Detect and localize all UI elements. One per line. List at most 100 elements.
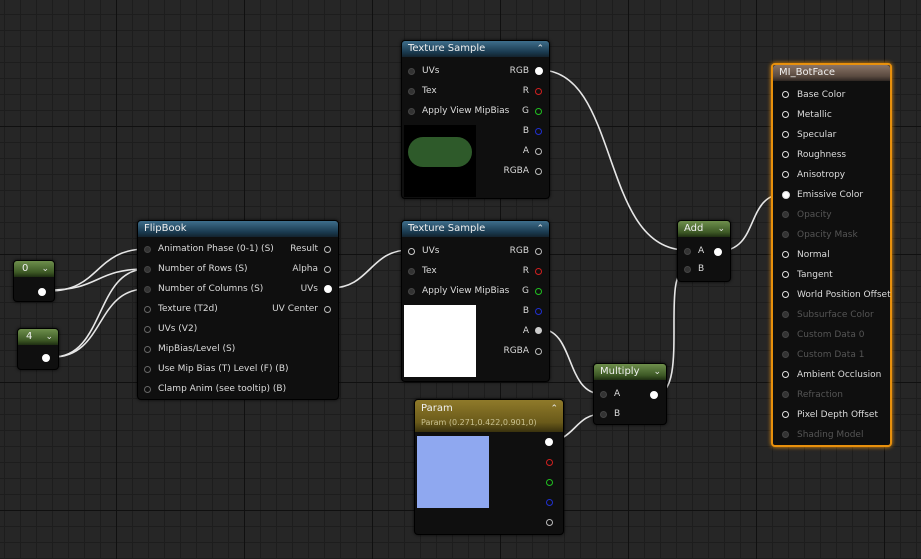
output-pin-g[interactable] xyxy=(546,479,553,486)
input-pin[interactable] xyxy=(782,131,789,138)
input-pin[interactable] xyxy=(144,326,151,333)
material-input-row[interactable]: Tangent xyxy=(782,267,833,283)
output-pin-b[interactable] xyxy=(535,308,542,315)
collapse-chevron-icon[interactable]: ⌃ xyxy=(536,41,544,57)
input-pin[interactable] xyxy=(408,108,415,115)
output-pin-uv-center[interactable] xyxy=(324,306,331,313)
output-pin-rgba[interactable] xyxy=(535,168,542,175)
input-pin[interactable] xyxy=(782,91,789,98)
output-pin-b[interactable] xyxy=(546,499,553,506)
node-header[interactable]: Multiply ⌄ xyxy=(594,364,666,380)
node-header[interactable]: Param Param (0.271,0.422,0.901,0) ⌃ xyxy=(415,400,563,432)
material-input-row[interactable]: Shading Model xyxy=(782,427,863,443)
add-node[interactable]: Add ⌄ A B xyxy=(677,220,731,282)
output-pin-r[interactable] xyxy=(535,88,542,95)
material-input-row[interactable]: Specular xyxy=(782,127,836,143)
material-input-row[interactable]: Roughness xyxy=(782,147,846,163)
input-pin[interactable] xyxy=(782,251,789,258)
input-pin[interactable] xyxy=(782,351,789,358)
input-pin[interactable] xyxy=(144,286,151,293)
input-pin[interactable] xyxy=(408,248,415,255)
material-input-row[interactable]: Normal xyxy=(782,247,830,263)
output-pin-uvs[interactable] xyxy=(324,285,332,293)
input-pin[interactable] xyxy=(782,391,789,398)
input-pin[interactable] xyxy=(408,288,415,295)
node-header[interactable]: 4 ⌄ xyxy=(18,329,58,345)
collapse-chevron-icon[interactable]: ⌄ xyxy=(653,364,661,380)
material-output-node[interactable]: MI_BotFace Base Color Metallic Specular Rou… xyxy=(771,63,892,447)
input-pin[interactable] xyxy=(782,291,789,298)
material-input-row[interactable]: Emissive Color xyxy=(782,187,863,203)
output-pin-alpha[interactable] xyxy=(324,266,331,273)
input-pin[interactable] xyxy=(600,411,607,418)
output-pin-r[interactable] xyxy=(535,268,542,275)
material-input-row[interactable]: Ambient Occlusion xyxy=(782,367,881,383)
input-pin[interactable] xyxy=(782,171,789,178)
material-input-row[interactable]: Opacity Mask xyxy=(782,227,858,243)
input-pin[interactable] xyxy=(782,271,789,278)
material-input-row[interactable]: Custom Data 0 xyxy=(782,327,864,343)
input-pin[interactable] xyxy=(144,386,151,393)
output-pin-a[interactable] xyxy=(535,327,542,334)
output-pin-rgb[interactable] xyxy=(545,438,553,446)
material-input-row[interactable]: Anisotropy xyxy=(782,167,845,183)
material-input-row[interactable]: World Position Offset xyxy=(782,287,891,303)
input-pin[interactable] xyxy=(144,266,151,273)
material-input-row[interactable]: Base Color xyxy=(782,87,845,103)
flipbook-node[interactable]: FlipBook Animation Phase (0-1) (S) Numbe… xyxy=(137,220,339,400)
constant-node-0[interactable]: 0 ⌄ xyxy=(13,260,55,302)
node-header[interactable]: Texture Sample ⌃ xyxy=(402,41,549,57)
input-pin[interactable] xyxy=(144,306,151,313)
texture-sample-node-2[interactable]: Texture Sample ⌃ UVs Tex Apply View MipBi… xyxy=(401,220,550,382)
texture-sample-node-1[interactable]: Texture Sample ⌃ UVs Tex Apply View MipBi… xyxy=(401,40,550,199)
input-pin[interactable] xyxy=(684,266,691,273)
input-pin[interactable] xyxy=(144,246,151,253)
input-pin[interactable] xyxy=(782,331,789,338)
output-pin-rgba[interactable] xyxy=(535,348,542,355)
input-pin[interactable] xyxy=(782,311,789,318)
input-pin[interactable] xyxy=(782,411,789,418)
collapse-chevron-icon[interactable]: ⌃ xyxy=(536,221,544,237)
input-pin[interactable] xyxy=(600,391,607,398)
input-pin[interactable] xyxy=(782,231,789,238)
output-pin[interactable] xyxy=(42,354,50,362)
output-pin-a[interactable] xyxy=(535,148,542,155)
collapse-chevron-icon[interactable]: ⌄ xyxy=(41,261,49,277)
output-pin-b[interactable] xyxy=(535,128,542,135)
node-header[interactable]: FlipBook xyxy=(138,221,338,237)
output-pin[interactable] xyxy=(650,391,658,399)
output-pin-g[interactable] xyxy=(535,108,542,115)
material-input-row[interactable]: Opacity xyxy=(782,207,832,223)
material-input-row[interactable]: Subsurface Color xyxy=(782,307,874,323)
material-input-row[interactable]: Refraction xyxy=(782,387,843,403)
material-input-row[interactable]: Custom Data 1 xyxy=(782,347,864,363)
input-pin[interactable] xyxy=(408,68,415,75)
material-input-row[interactable]: Metallic xyxy=(782,107,832,123)
input-pin[interactable] xyxy=(782,431,789,438)
output-pin[interactable] xyxy=(38,288,46,296)
collapse-chevron-icon[interactable]: ⌄ xyxy=(717,221,725,237)
input-pin[interactable] xyxy=(782,371,789,378)
node-header[interactable]: Add ⌄ xyxy=(678,221,730,237)
node-header[interactable]: 0 ⌄ xyxy=(14,261,54,277)
input-pin[interactable] xyxy=(684,248,691,255)
multiply-node[interactable]: Multiply ⌄ A B xyxy=(593,363,667,425)
output-pin[interactable] xyxy=(714,248,722,256)
material-input-row[interactable]: Pixel Depth Offset xyxy=(782,407,878,423)
input-pin[interactable] xyxy=(782,211,789,218)
input-pin[interactable] xyxy=(144,346,151,353)
input-pin[interactable] xyxy=(782,151,789,158)
output-pin-g[interactable] xyxy=(535,288,542,295)
param-node[interactable]: Param Param (0.271,0.422,0.901,0) ⌃ xyxy=(414,399,564,535)
input-pin[interactable] xyxy=(782,191,790,199)
input-pin[interactable] xyxy=(408,88,415,95)
output-pin-result[interactable] xyxy=(324,246,331,253)
input-pin[interactable] xyxy=(408,268,415,275)
output-pin-a[interactable] xyxy=(546,519,553,526)
collapse-chevron-icon[interactable]: ⌄ xyxy=(45,329,53,345)
collapse-chevron-icon[interactable]: ⌃ xyxy=(550,402,558,416)
constant-node-4[interactable]: 4 ⌄ xyxy=(17,328,59,370)
node-header[interactable]: Texture Sample ⌃ xyxy=(402,221,549,237)
input-pin[interactable] xyxy=(144,366,151,373)
output-pin-rgb[interactable] xyxy=(535,67,543,75)
